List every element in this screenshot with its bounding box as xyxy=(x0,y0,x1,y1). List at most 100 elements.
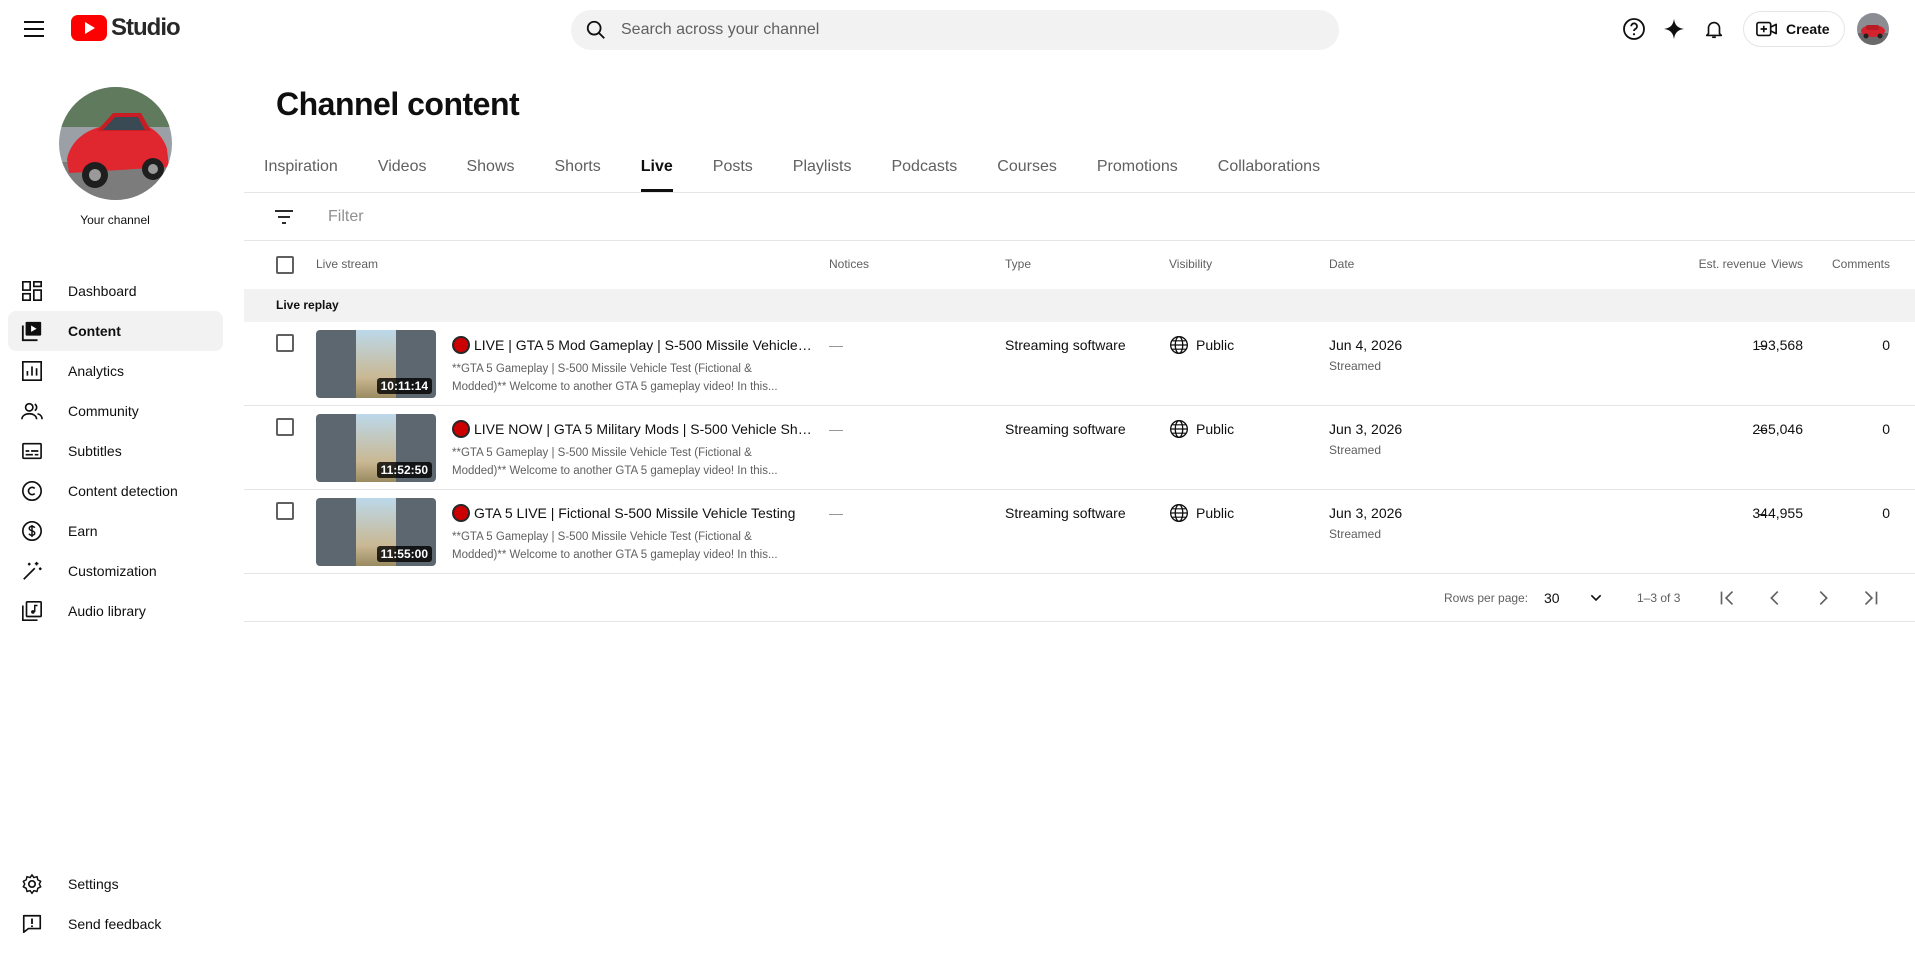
video-title-text: LIVE NOW | GTA 5 Military Mods | S-500 V… xyxy=(474,421,812,437)
page-range: 1–3 of 3 xyxy=(1637,591,1681,605)
feedback-icon xyxy=(20,912,44,936)
sidebar-item-label: Analytics xyxy=(68,363,125,379)
studio-logo[interactable]: Studio xyxy=(71,14,181,42)
help-icon[interactable] xyxy=(1621,16,1647,42)
date-status: Streamed xyxy=(1329,527,1382,541)
live-indicator-icon xyxy=(452,504,470,522)
column-header-comments[interactable]: Comments xyxy=(1790,257,1890,271)
column-header-notices[interactable]: Notices xyxy=(829,257,869,271)
video-title[interactable]: LIVE | GTA 5 Mod Gameplay | S-500 Missil… xyxy=(452,336,812,354)
tab-inspiration[interactable]: Inspiration xyxy=(244,150,358,192)
visibility-value[interactable]: Public xyxy=(1196,505,1234,521)
first-page-icon[interactable] xyxy=(1715,586,1739,610)
account-avatar[interactable] xyxy=(1857,13,1889,45)
column-header-date[interactable]: Date xyxy=(1329,257,1354,271)
sidebar-item-earn[interactable]: Earn xyxy=(8,511,223,551)
video-title[interactable]: GTA 5 LIVE | Fictional S-500 Missile Veh… xyxy=(452,504,812,522)
dollar-icon xyxy=(20,519,44,543)
chevron-down-icon[interactable] xyxy=(1584,586,1608,610)
group-label: Live replay xyxy=(276,298,339,312)
sidebar-item-settings[interactable]: Settings xyxy=(8,864,223,904)
video-thumbnail[interactable]: 11:55:00 xyxy=(316,498,436,566)
select-all-checkbox[interactable] xyxy=(276,256,294,274)
sidebar-item-subtitles[interactable]: Subtitles xyxy=(8,431,223,471)
create-video-icon xyxy=(1756,21,1777,37)
duration-badge: 11:55:00 xyxy=(376,546,432,562)
visibility-value[interactable]: Public xyxy=(1196,421,1234,437)
row-checkbox[interactable] xyxy=(276,334,294,352)
last-page-icon[interactable] xyxy=(1859,586,1883,610)
create-label: Create xyxy=(1786,21,1830,37)
video-thumbnail[interactable]: 11:52:50 xyxy=(316,414,436,482)
tab-shorts[interactable]: Shorts xyxy=(535,150,621,192)
subtitles-icon xyxy=(20,439,44,463)
globe-icon xyxy=(1169,503,1189,526)
sidebar-item-audio-library[interactable]: Audio library xyxy=(8,591,223,631)
duration-badge: 11:52:50 xyxy=(376,462,432,478)
column-header-type[interactable]: Type xyxy=(1005,257,1031,271)
sidebar-item-send-feedback[interactable]: Send feedback xyxy=(8,904,223,944)
sidebar-item-dashboard[interactable]: Dashboard xyxy=(8,271,223,311)
sidebar-item-customization[interactable]: Customization xyxy=(8,551,223,591)
video-title-text: LIVE | GTA 5 Mod Gameplay | S-500 Missil… xyxy=(474,337,812,353)
group-header-live-replay: Live replay xyxy=(244,289,1915,322)
video-title[interactable]: LIVE NOW | GTA 5 Military Mods | S-500 V… xyxy=(452,420,812,438)
previous-page-icon[interactable] xyxy=(1763,586,1787,610)
revenue-value: – xyxy=(1758,421,1766,437)
sidebar-item-label: Send feedback xyxy=(68,916,162,932)
globe-icon xyxy=(1169,335,1189,358)
sidebar-item-community[interactable]: Community xyxy=(8,391,223,431)
notifications-bell-icon[interactable] xyxy=(1701,16,1727,42)
rows-per-page-select[interactable]: 30 xyxy=(1544,590,1560,606)
visibility-value[interactable]: Public xyxy=(1196,337,1234,353)
sidebar-item-label: Community xyxy=(68,403,139,419)
sidebar-item-analytics[interactable]: Analytics xyxy=(8,351,223,391)
tab-playlists[interactable]: Playlists xyxy=(773,150,872,192)
tab-courses[interactable]: Courses xyxy=(977,150,1077,192)
notices-value: — xyxy=(829,337,843,353)
video-thumbnail[interactable]: 10:11:14 xyxy=(316,330,436,398)
column-header-est-revenue[interactable]: Est. revenue xyxy=(1640,257,1766,271)
sidebar-item-content[interactable]: Content xyxy=(8,311,223,351)
row-checkbox[interactable] xyxy=(276,418,294,436)
tab-live[interactable]: Live xyxy=(621,150,693,192)
top-bar: Studio Search across your channel Create xyxy=(0,0,1915,58)
analytics-icon xyxy=(20,359,44,383)
search-bar[interactable]: Search across your channel xyxy=(571,10,1339,50)
tab-podcasts[interactable]: Podcasts xyxy=(871,150,977,192)
search-icon xyxy=(586,20,605,39)
tab-posts[interactable]: Posts xyxy=(693,150,773,192)
pagination-bar: Rows per page: 30 1–3 of 3 xyxy=(244,574,1915,622)
video-title-text: GTA 5 LIVE | Fictional S-500 Missile Veh… xyxy=(474,505,796,521)
sidebar-item-content-detection[interactable]: Content detection xyxy=(8,471,223,511)
tab-collaborations[interactable]: Collaborations xyxy=(1198,150,1340,192)
comments-value: 0 xyxy=(1882,421,1890,437)
type-value: Streaming software xyxy=(1005,505,1126,521)
filter-bar: Filter xyxy=(244,193,1915,240)
row-checkbox[interactable] xyxy=(276,502,294,520)
sidebar: Your channel Dashboard Content Analytics… xyxy=(0,58,230,954)
date-value: Jun 3, 2026 xyxy=(1329,421,1403,437)
next-page-icon[interactable] xyxy=(1811,586,1835,610)
video-description: **GTA 5 Gameplay | S-500 Missile Vehicle… xyxy=(452,447,778,477)
sidebar-item-label: Subtitles xyxy=(68,443,122,459)
channel-avatar[interactable] xyxy=(59,87,172,200)
column-header-live-stream[interactable]: Live stream xyxy=(316,257,378,271)
column-header-visibility[interactable]: Visibility xyxy=(1169,257,1212,271)
search-input[interactable]: Search across your channel xyxy=(621,21,819,39)
table-row[interactable]: 11:55:00 GTA 5 LIVE | Fictional S-500 Mi… xyxy=(244,490,1915,574)
rows-per-page-label: Rows per page: xyxy=(1444,591,1529,605)
tab-promotions[interactable]: Promotions xyxy=(1077,150,1198,192)
hamburger-menu-icon[interactable] xyxy=(18,17,50,41)
tab-shows[interactable]: Shows xyxy=(446,150,534,192)
comments-value: 0 xyxy=(1882,505,1890,521)
table-row[interactable]: 11:52:50 LIVE NOW | GTA 5 Military Mods … xyxy=(244,406,1915,490)
table-row[interactable]: 10:11:14 LIVE | GTA 5 Mod Gameplay | S-5… xyxy=(244,322,1915,406)
content-icon xyxy=(20,319,44,343)
logo-text: Studio xyxy=(111,14,181,41)
sparkle-icon[interactable] xyxy=(1661,16,1687,42)
filter-icon[interactable] xyxy=(272,205,296,229)
create-button[interactable]: Create xyxy=(1743,11,1845,47)
tab-videos[interactable]: Videos xyxy=(358,150,447,192)
filter-input[interactable]: Filter xyxy=(328,208,364,226)
